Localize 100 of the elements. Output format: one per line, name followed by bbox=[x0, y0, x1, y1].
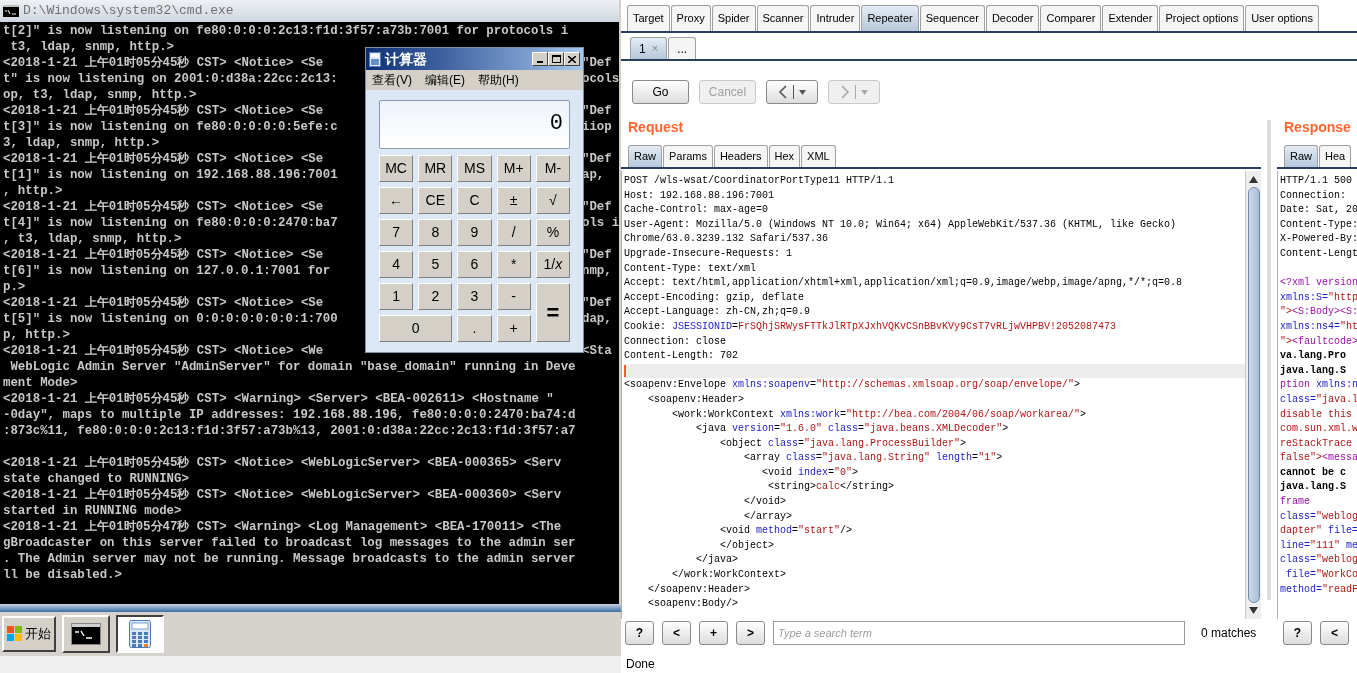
console-line: t[1]" is now listening on 192.168.88.196:7001 bbox=[3, 167, 339, 183]
go-button[interactable]: Go bbox=[632, 80, 689, 104]
tab[interactable]: Hex bbox=[768, 145, 801, 167]
calculator-key[interactable]: M+ bbox=[496, 155, 531, 182]
tab[interactable]: Extender bbox=[1102, 5, 1159, 31]
calculator-key[interactable]: ± bbox=[496, 187, 531, 214]
code-line: "><S:Body><S: bbox=[1280, 305, 1357, 320]
code-line: Content-Length: 702 bbox=[624, 349, 739, 364]
window-title: D:\Windows\system32\cmd.exe bbox=[23, 2, 234, 21]
calculator-key[interactable]: 0 bbox=[379, 315, 453, 342]
code-line: <soapenv:Body/> bbox=[647, 597, 739, 612]
console-line: <2018-1-21 上午01时05分45秒 CST> <Notice> <Se bbox=[3, 295, 325, 311]
calculator-key[interactable]: CE bbox=[418, 187, 453, 214]
tab[interactable]: XML bbox=[801, 145, 836, 167]
calculator-key[interactable]: 8 bbox=[418, 219, 453, 246]
tab[interactable]: Spider bbox=[711, 5, 756, 31]
code-line: frame bbox=[1280, 495, 1310, 510]
menu-item[interactable]: 编辑(E) bbox=[425, 71, 465, 89]
tab[interactable]: Target bbox=[627, 5, 670, 31]
calculator-key[interactable]: * bbox=[496, 251, 531, 278]
search-nav-button[interactable]: < bbox=[662, 621, 691, 645]
console-line: :873c%11, fe80:0:0:0:2c13:f1d:3f57:a73b%13, 2001:0:d38a:22cc:2c13:f1d:3f57:a7 bbox=[3, 423, 576, 439]
tab[interactable]: User options bbox=[1245, 5, 1319, 31]
tab[interactable]: Scanner bbox=[756, 5, 810, 31]
tab[interactable]: Hea bbox=[1319, 145, 1352, 167]
console-line: iiop bbox=[582, 119, 612, 135]
tab[interactable]: Raw bbox=[1284, 145, 1318, 167]
minimize-button[interactable] bbox=[532, 52, 548, 66]
calculator-key[interactable]: 5 bbox=[418, 251, 453, 278]
search-nav-button[interactable]: ? bbox=[1283, 621, 1312, 645]
tab[interactable]: Project options bbox=[1159, 5, 1245, 31]
code-line: Content-Type: bbox=[1280, 217, 1357, 232]
code-line: cannot be c bbox=[1280, 465, 1346, 480]
calculator-key[interactable]: C bbox=[457, 187, 492, 214]
close-button[interactable] bbox=[564, 52, 580, 66]
search-nav-button[interactable]: + bbox=[699, 621, 728, 645]
tab[interactable]: Raw bbox=[628, 145, 662, 167]
code-line: class="weblog bbox=[1280, 553, 1357, 568]
console-line: <2018-1-21 上午01时05分45秒 CST> <Notice> <Se bbox=[3, 103, 325, 119]
console-line: t[6]" is now listening on 127.0.0.1:7001 for bbox=[3, 263, 332, 279]
tab[interactable]: Params bbox=[663, 145, 713, 167]
back-button[interactable] bbox=[766, 80, 818, 104]
calculator-key[interactable]: + bbox=[496, 315, 531, 342]
tab[interactable]: Headers bbox=[713, 145, 768, 167]
calculator-key[interactable]: 7 bbox=[379, 219, 414, 246]
calculator-key[interactable]: / bbox=[496, 219, 531, 246]
console-line: 3, ldap, snmp, http.> bbox=[3, 135, 160, 151]
tab[interactable]: Intruder bbox=[810, 5, 861, 31]
tab[interactable]: Comparer bbox=[1040, 5, 1102, 31]
calculator-key[interactable]: % bbox=[535, 219, 570, 246]
taskbar-button[interactable] bbox=[116, 615, 164, 653]
console-line: t[3]" is now listening on fe80:0:0:0:0:5efe:c bbox=[3, 119, 339, 135]
code-line: <string>calc</string> bbox=[767, 480, 895, 495]
console-icon bbox=[3, 5, 19, 17]
tab[interactable]: Repeater bbox=[861, 5, 919, 31]
calculator-key[interactable]: MC bbox=[379, 155, 414, 182]
menu-item[interactable]: 查看(V) bbox=[372, 71, 412, 89]
code-line: method="readF bbox=[1280, 582, 1357, 597]
calculator-key[interactable]: ← bbox=[379, 187, 414, 214]
code-line: java.lang.S bbox=[1280, 363, 1346, 378]
calculator-key[interactable]: MS bbox=[457, 155, 492, 182]
calculator-key[interactable]: 6 bbox=[457, 251, 492, 278]
calculator-key[interactable]: 9 bbox=[457, 219, 492, 246]
console-line: p.> bbox=[3, 279, 26, 295]
code-line: </soapenv:Header> bbox=[647, 582, 751, 597]
search-field[interactable]: Type a search term bbox=[773, 621, 1185, 645]
code-line: User-Agent: Mozilla/5.0 (Windows NT 10.0; Win64; x64) AppleWebKit/537.36 (KHTML, like Gecko) bbox=[624, 217, 1177, 232]
tab[interactable]: 1 × bbox=[630, 37, 668, 59]
calculator-key[interactable]: MR bbox=[418, 155, 453, 182]
calculator-key[interactable]: 3 bbox=[457, 283, 492, 310]
calculator-key[interactable]: 1 bbox=[379, 283, 414, 310]
calculator-key[interactable]: . bbox=[457, 315, 492, 342]
calculator-key[interactable]: - bbox=[496, 283, 531, 310]
code-editor[interactable] bbox=[621, 171, 1245, 619]
down-arrow-icon bbox=[1249, 607, 1258, 614]
start-button[interactable]: 开始 bbox=[2, 616, 56, 652]
calculator-key[interactable]: 1/x bbox=[535, 251, 570, 278]
maximize-button[interactable] bbox=[548, 52, 564, 66]
tab[interactable]: Sequencer bbox=[919, 5, 985, 31]
console-line: <2018-1-21 上午01时05分45秒 CST> <Notice> <Se bbox=[3, 55, 325, 71]
calculator-key[interactable]: √ bbox=[535, 187, 570, 214]
console-line: ment Mode> bbox=[3, 375, 78, 391]
menu-item[interactable]: 帮助(H) bbox=[478, 71, 519, 89]
tab[interactable]: ... bbox=[668, 37, 697, 59]
search-nav-button[interactable]: > bbox=[736, 621, 765, 645]
code-editor[interactable] bbox=[1277, 171, 1357, 619]
calculator-key[interactable]: M- bbox=[535, 155, 570, 182]
console-line: t[2]" is now listening on fe80:0:0:0:2c13:f1d:3f57:a73b:7001 for protocols i bbox=[3, 23, 569, 39]
windows-logo-icon bbox=[7, 626, 23, 642]
tab[interactable]: Proxy bbox=[670, 5, 711, 31]
calculator-key[interactable]: = bbox=[535, 283, 570, 342]
search-nav-button[interactable]: < bbox=[1320, 621, 1349, 645]
calculator-key[interactable]: 4 bbox=[379, 251, 414, 278]
scrollbar[interactable] bbox=[1245, 171, 1261, 619]
console-line: <2018-1-21 上午01时05分47秒 CST> <Warning> <Log Management> <BEA-170011> <The bbox=[3, 519, 562, 535]
search-nav-button[interactable]: ? bbox=[625, 621, 654, 645]
console-line: , t3, ldap, snmp, http.> bbox=[3, 231, 182, 247]
tab[interactable]: Decoder bbox=[985, 5, 1040, 31]
code-line: Host: 192.168.88.196:7001 bbox=[624, 188, 775, 203]
calculator-key[interactable]: 2 bbox=[418, 283, 453, 310]
